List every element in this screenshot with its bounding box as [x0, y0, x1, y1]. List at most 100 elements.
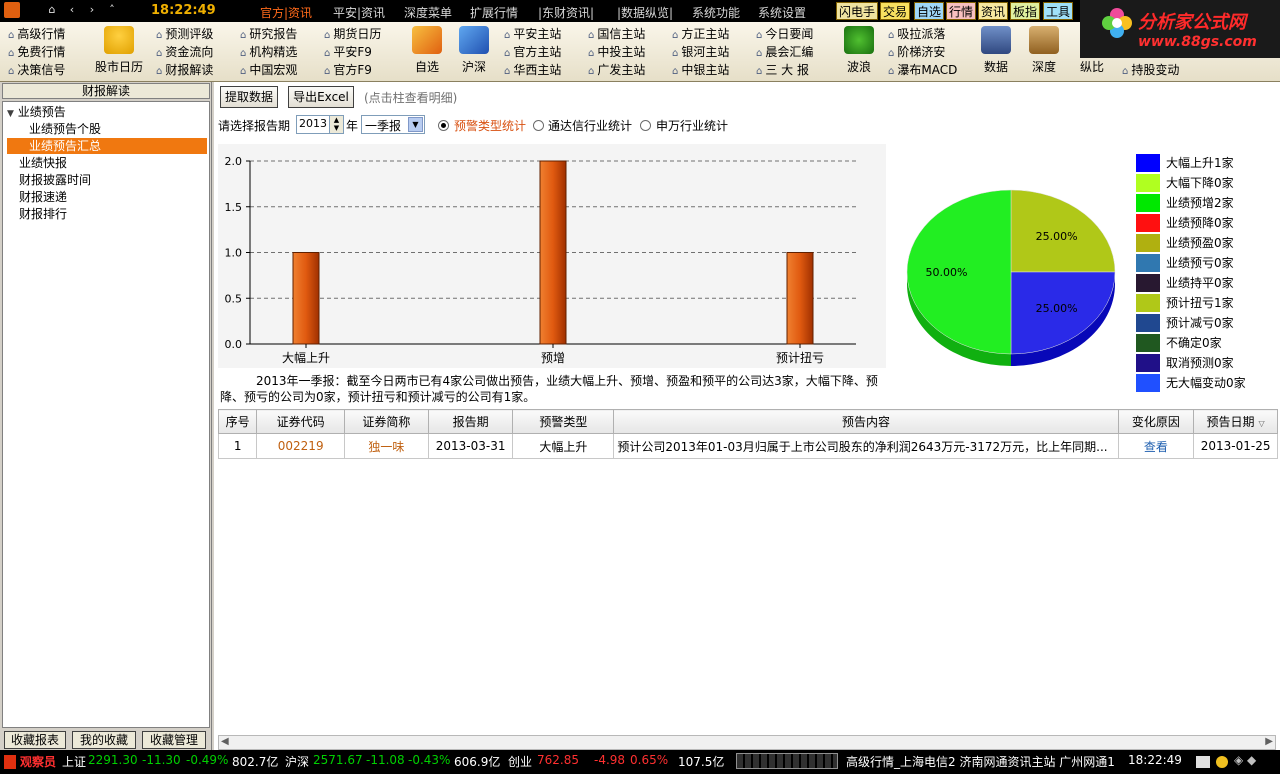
bar-1[interactable] [539, 160, 567, 345]
link-advanced-quotes[interactable]: ⌂ 高级行情 [8, 26, 65, 44]
radio-alert-type-label[interactable]: 预警类型统计 [454, 117, 526, 134]
col-header-reason[interactable]: 变化原因 [1117, 409, 1195, 434]
menu-extended-quotes[interactable]: 扩展行情 [470, 4, 518, 21]
bar-0[interactable] [292, 252, 320, 345]
manage-favorites-button[interactable]: 收藏管理 [142, 731, 206, 749]
link-official-f9[interactable]: ⌂ 官方F9 [324, 62, 372, 80]
quick-button-watchlist[interactable]: 自选 [914, 2, 945, 20]
link-pingan-station[interactable]: ⌂ 平安主站 [504, 26, 561, 44]
menu-depth[interactable]: 深度菜单 [404, 4, 452, 21]
cell-name[interactable]: 独一味 [344, 433, 429, 459]
system-tray-icon[interactable]: ◈ ◆ [1234, 753, 1256, 767]
forward-icon[interactable]: › [84, 2, 100, 18]
link-morning-digest[interactable]: ⌂ 晨会汇编 [756, 44, 813, 62]
tree-node-report-ranking[interactable]: 财报排行 [19, 206, 67, 222]
tree-node-report-express[interactable]: 财报速递 [19, 189, 67, 205]
col-header-alert-type[interactable]: 预警类型 [512, 409, 615, 434]
link-jieti-jian[interactable]: ⌂ 阶梯济安 [888, 44, 945, 62]
menu-dongcai-info[interactable]: |东财资讯| [538, 4, 594, 21]
quick-button-info[interactable]: 资讯 [978, 2, 1009, 20]
link-pingan-f9[interactable]: ⌂ 平安F9 [324, 44, 372, 62]
watchlist-button[interactable]: 自选 [402, 24, 452, 75]
menu-data-overview[interactable]: |数据纵览| [617, 4, 673, 21]
link-official-station[interactable]: ⌂ 官方主站 [504, 44, 561, 62]
quick-button-tools[interactable]: 工具 [1043, 2, 1074, 20]
quarter-select[interactable]: 一季报 ▼ [361, 115, 425, 134]
link-futures-calendar[interactable]: ⌂ 期货日历 [324, 26, 381, 44]
link-china-macro[interactable]: ⌂ 中国宏观 [240, 62, 297, 80]
col-header-date[interactable]: 预告日期 ▽ [1193, 409, 1278, 434]
radio-alert-type[interactable] [438, 120, 449, 131]
link-huaxi-station[interactable]: ⌂ 华西主站 [504, 62, 561, 80]
link-yinhe-station[interactable]: ⌂ 银河主站 [672, 44, 729, 62]
hushen-button[interactable]: 沪深 [449, 24, 499, 75]
link-institution-picks[interactable]: ⌂ 机构精选 [240, 44, 297, 62]
link-decision-signal[interactable]: ⌂ 决策信号 [8, 62, 65, 80]
link-earnings-interpretation[interactable]: ⌂ 财报解读 [156, 62, 213, 80]
stock-calendar-button[interactable]: 股市日历 [94, 24, 144, 75]
menu-official-info[interactable]: 官方|资讯 [260, 4, 312, 21]
tree-node-forecast-stocks[interactable]: 业绩预告个股 [29, 121, 101, 137]
quick-button-flash[interactable]: 闪电手 [836, 2, 879, 20]
home-icon[interactable]: ⌂ [44, 2, 60, 18]
menu-pingan-info[interactable]: 平安|资讯 [333, 4, 385, 21]
col-header-period[interactable]: 报告期 [427, 409, 514, 434]
link-waterfall-macd[interactable]: ⌂ 瀑布MACD [888, 62, 957, 80]
chevron-down-icon[interactable]: ▼ [408, 117, 423, 132]
col-header-code[interactable]: 证券代码 [256, 409, 346, 434]
back-icon[interactable]: ‹ [64, 2, 80, 18]
tree-node-earnings-forecast[interactable]: ▼ 业绩预告 [7, 104, 66, 122]
col-header-content[interactable]: 预告内容 [613, 409, 1119, 434]
col-header-name[interactable]: 证券简称 [344, 409, 429, 434]
menu-system-settings[interactable]: 系统设置 [758, 4, 806, 21]
my-favorites-button[interactable]: 我的收藏 [72, 731, 136, 749]
tree-node-earnings-flash[interactable]: 业绩快报 [19, 155, 67, 171]
scroll-right-icon[interactable]: ▶ [1265, 736, 1273, 747]
horizontal-scrollbar[interactable]: ◀ ▶ [218, 735, 1276, 750]
year-spinner[interactable]: 2013 ▲ ▼ [296, 115, 344, 134]
tree-node-forecast-summary[interactable]: 业绩预告汇总 [7, 138, 207, 154]
sh-index-name[interactable]: 上证 [62, 753, 86, 770]
server-info[interactable]: 高级行情_上海电信2 济南网通资讯主站 广州网通1 [846, 753, 1115, 770]
spinner-arrows-icon[interactable]: ▲ ▼ [329, 116, 343, 133]
quick-button-index[interactable]: 板指 [1010, 2, 1041, 20]
menu-system-functions[interactable]: 系统功能 [692, 4, 740, 21]
hs-index-name[interactable]: 沪深 [285, 753, 309, 770]
link-holding-changes[interactable]: ⌂ 持股变动 [1122, 62, 1179, 80]
radio-tdx-industry-label[interactable]: 通达信行业统计 [548, 117, 632, 134]
bar-2[interactable] [786, 252, 814, 345]
view-reason-link[interactable]: 查看 [1117, 433, 1195, 459]
quick-button-trade[interactable]: 交易 [880, 2, 911, 20]
wave-button[interactable]: 波浪 [834, 24, 884, 75]
depth-button[interactable]: 深度 [1019, 24, 1069, 75]
link-zhongtou-station[interactable]: ⌂ 中投主站 [588, 44, 645, 62]
table-row[interactable]: 1 002219 独一味 2013-03-31 大幅上升 预计公司2013年01… [217, 433, 1278, 459]
link-three-papers[interactable]: ⌂ 三 大 报 [756, 62, 809, 80]
link-money-flow[interactable]: ⌂ 资金流向 [156, 44, 213, 62]
scroll-left-icon[interactable]: ◀ [221, 736, 229, 747]
app-logo-icon[interactable] [4, 2, 20, 18]
radio-sw-industry-label[interactable]: 申万行业统计 [656, 117, 728, 134]
link-forecast-rating[interactable]: ⌂ 预测评级 [156, 26, 213, 44]
fetch-data-button[interactable]: 提取数据 [220, 86, 278, 108]
export-excel-button[interactable]: 导出Excel [288, 86, 354, 108]
alert-icon[interactable] [1216, 756, 1228, 768]
up-icon[interactable]: ˄ [104, 2, 120, 18]
data-button[interactable]: 数据 [971, 24, 1021, 75]
radio-sw-industry[interactable] [640, 120, 651, 131]
link-free-quotes[interactable]: ⌂ 免费行情 [8, 44, 65, 62]
link-research-report[interactable]: ⌂ 研究报告 [240, 26, 297, 44]
link-today-news[interactable]: ⌂ 今日要闻 [756, 26, 813, 44]
tree-node-disclosure-time[interactable]: 财报披露时间 [19, 172, 91, 188]
quick-button-quotes[interactable]: 行情 [946, 2, 977, 20]
link-guoxin-station[interactable]: ⌂ 国信主站 [588, 26, 645, 44]
save-report-button[interactable]: 收藏报表 [4, 731, 66, 749]
cell-code[interactable]: 002219 [256, 433, 346, 459]
mail-icon[interactable] [1196, 756, 1210, 768]
link-fangzheng-station[interactable]: ⌂ 方正主站 [672, 26, 729, 44]
link-zhongyin-station[interactable]: ⌂ 中银主站 [672, 62, 729, 80]
radio-tdx-industry[interactable] [533, 120, 544, 131]
link-guangfa-station[interactable]: ⌂ 广发主站 [588, 62, 645, 80]
link-xila-pailuo[interactable]: ⌂ 吸拉派落 [888, 26, 945, 44]
col-header-seq[interactable]: 序号 [217, 409, 258, 434]
